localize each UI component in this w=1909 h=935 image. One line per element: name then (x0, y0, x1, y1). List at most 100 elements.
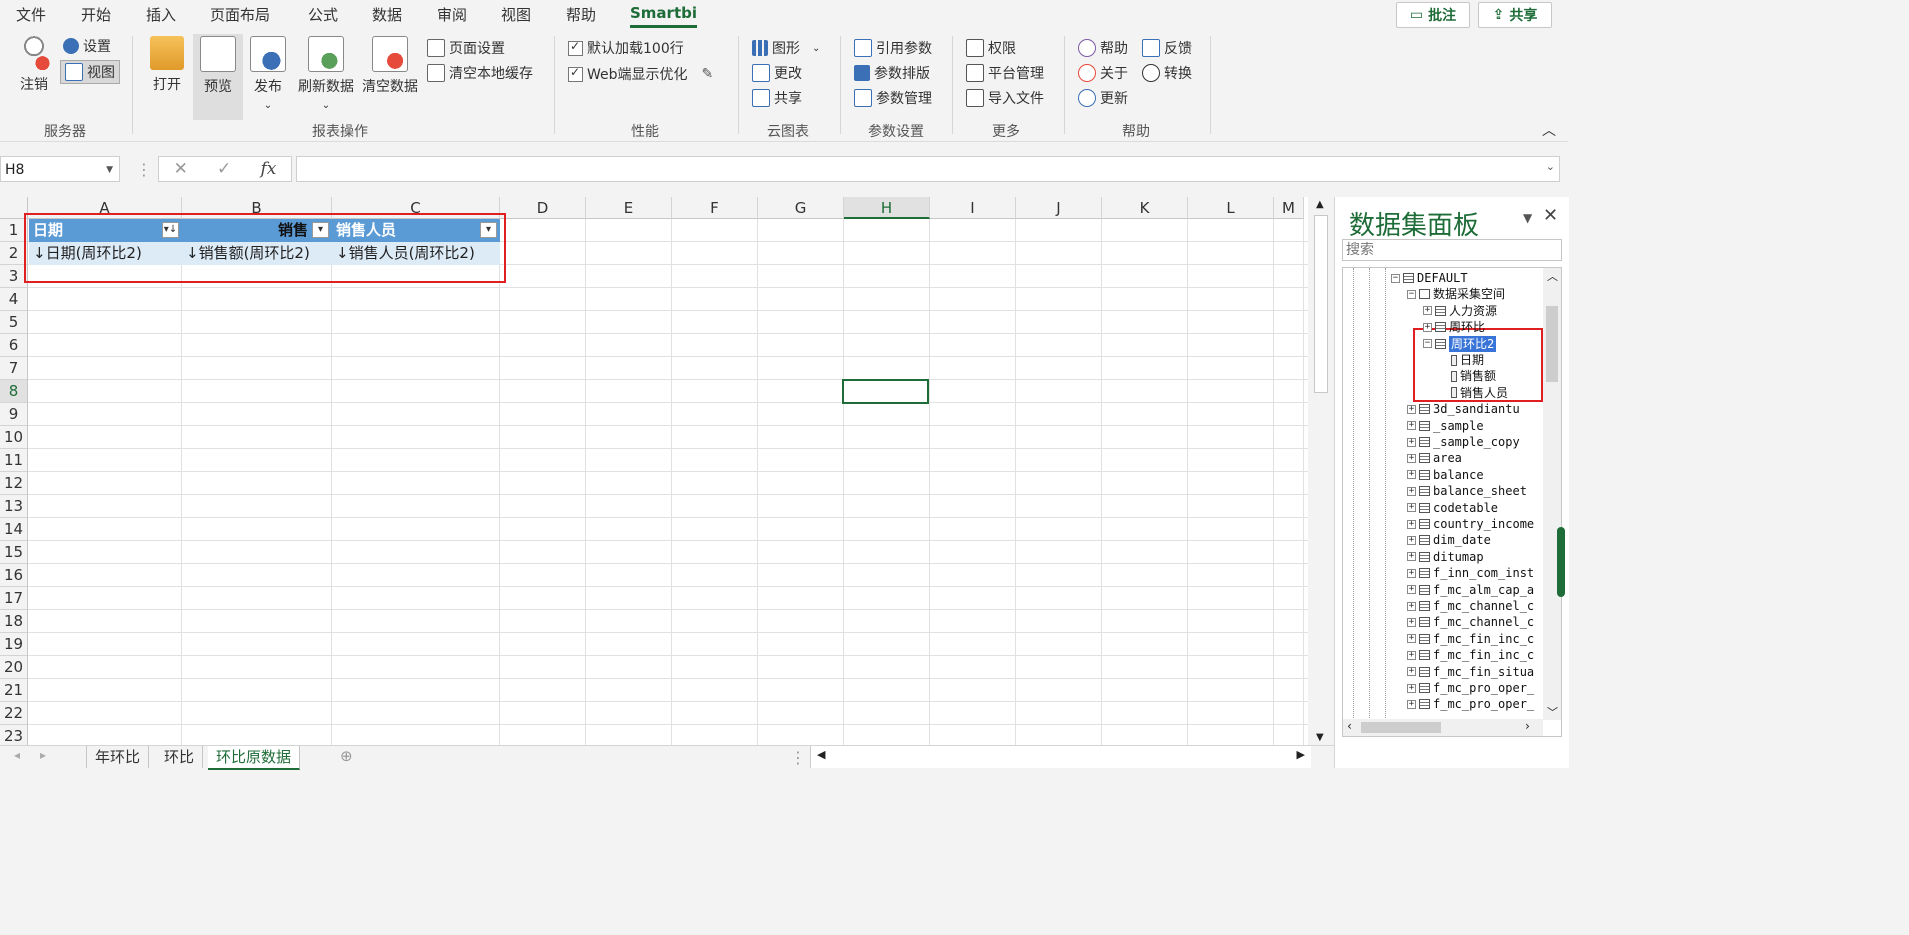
expand-icon[interactable]: + (1407, 453, 1416, 463)
param-manage-button[interactable]: 参数管理 (854, 88, 932, 108)
tree-item[interactable]: 销售额 (1439, 368, 1496, 384)
tree-item[interactable]: + f_mc_pro_oper_ (1407, 696, 1534, 712)
expand-icon[interactable]: + (1407, 650, 1416, 660)
expand-icon[interactable]: + (1407, 699, 1416, 709)
row-header-6[interactable]: 6 (0, 334, 28, 357)
scroll-left-icon[interactable]: ◀ (817, 748, 825, 761)
platform-manage-button[interactable]: 平台管理 (966, 63, 1044, 83)
prev-sheet-icon[interactable]: ◂ (14, 748, 20, 762)
tree-item[interactable]: + 人力资源 (1423, 303, 1497, 319)
collapse-icon[interactable]: − (1391, 273, 1400, 283)
tab-page-layout[interactable]: 页面布局 (210, 4, 270, 25)
tree-item[interactable]: + _sample_copy (1407, 434, 1520, 450)
tree-item[interactable]: + 周环比 (1423, 319, 1485, 335)
collapse-icon[interactable]: − (1423, 339, 1432, 349)
cancel-icon[interactable]: ✕ (174, 159, 188, 179)
column-header-k[interactable]: K (1102, 197, 1188, 219)
panel-menu-icon[interactable]: ▼ (1523, 211, 1532, 225)
column-header-d[interactable]: D (500, 197, 586, 219)
sheet-tab-raw[interactable]: 环比原数据 (208, 746, 301, 770)
publish-button[interactable]: 发布 ⌄ (248, 36, 288, 112)
import-file-button[interactable]: 导入文件 (966, 88, 1044, 108)
about-button[interactable]: 关于 (1078, 63, 1128, 83)
scroll-down-icon[interactable]: ﹀ (1547, 704, 1558, 720)
clear-data-button[interactable]: 清空数据 (359, 36, 421, 96)
row-header-20[interactable]: 20 (0, 656, 28, 679)
share-chart-button[interactable]: 共享 (752, 88, 802, 108)
tab-view[interactable]: 视图 (501, 4, 531, 25)
row-header-8[interactable]: 8 (0, 380, 28, 403)
spreadsheet-grid[interactable]: ABCDEFGHIJKLM 1 2 3 4 5 6 7 8 9 10 11 12 13 14 15 16 17 1… (0, 197, 1308, 745)
tab-help[interactable]: 帮助 (566, 4, 596, 25)
row-header-19[interactable]: 19 (0, 633, 28, 656)
view-button[interactable]: 视图 (60, 60, 120, 84)
expand-icon[interactable]: + (1407, 535, 1416, 545)
column-header-m[interactable]: M (1274, 197, 1304, 219)
tab-home[interactable]: 开始 (81, 4, 111, 25)
tab-insert[interactable]: 插入 (146, 4, 176, 25)
row-header-21[interactable]: 21 (0, 679, 28, 702)
tree-item[interactable]: + area (1407, 450, 1462, 466)
selected-cell-h8[interactable] (842, 379, 929, 404)
tree-item[interactable]: + f_mc_fin_inc_c (1407, 647, 1534, 663)
tree-item[interactable]: + codetable (1407, 500, 1498, 516)
expand-icon[interactable]: + (1407, 421, 1416, 431)
vertical-scrollbar[interactable]: ▲ ▼ (1310, 197, 1332, 745)
tree-item[interactable]: + f_inn_com_inst (1407, 565, 1534, 581)
tree-item[interactable]: + ditumap (1407, 549, 1484, 565)
settings-button[interactable]: 设置 (63, 36, 111, 56)
scroll-right-icon[interactable]: › (1524, 719, 1531, 733)
name-box[interactable]: H8 ▼ (0, 156, 120, 182)
ref-param-button[interactable]: 引用参数 (854, 38, 932, 58)
tree-item[interactable]: + f_mc_channel_c (1407, 598, 1534, 614)
expand-icon[interactable]: + (1407, 568, 1416, 578)
expand-icon[interactable]: + (1407, 585, 1416, 595)
open-button[interactable]: 打开 (146, 36, 188, 94)
convert-button[interactable]: 转换 (1142, 63, 1192, 83)
row-header-11[interactable]: 11 (0, 449, 28, 472)
graph-button[interactable]: 图形 ⌄ (752, 38, 820, 58)
row-header-5[interactable]: 5 (0, 311, 28, 334)
tree-item[interactable]: − 周环比2 (1423, 335, 1497, 352)
expand-icon[interactable]: + (1407, 634, 1416, 644)
expand-icon[interactable]: + (1407, 404, 1416, 414)
tree-horizontal-scrollbar[interactable]: ‹ › (1343, 719, 1543, 736)
column-header-h[interactable]: H (844, 197, 930, 219)
column-header-g[interactable]: G (758, 197, 844, 219)
dataset-search-input[interactable] (1342, 239, 1562, 261)
tree-hscroll-thumb[interactable] (1361, 722, 1441, 733)
tree-item[interactable]: 日期 (1439, 352, 1484, 368)
expand-icon[interactable]: + (1407, 519, 1416, 529)
scroll-thumb[interactable] (1314, 215, 1328, 393)
edit-pencil-icon[interactable]: ✎ (702, 66, 714, 82)
row-header-18[interactable]: 18 (0, 610, 28, 633)
tree-item[interactable]: + f_mc_pro_oper_ (1407, 680, 1534, 696)
tree-item[interactable]: +3d_sandiantu (1407, 401, 1520, 417)
row-header-10[interactable]: 10 (0, 426, 28, 449)
scroll-right-icon[interactable]: ▶ (1297, 748, 1305, 761)
add-sheet-icon[interactable]: ⊕ (340, 747, 353, 765)
column-header-f[interactable]: F (672, 197, 758, 219)
expand-icon[interactable]: + (1407, 486, 1416, 496)
row-header-9[interactable]: 9 (0, 403, 28, 426)
column-header-j[interactable]: J (1016, 197, 1102, 219)
row-header-22[interactable]: 22 (0, 702, 28, 725)
tree-item[interactable]: + country_income (1407, 516, 1534, 532)
tree-item[interactable]: − DEFAULT (1391, 270, 1468, 286)
row-header-14[interactable]: 14 (0, 518, 28, 541)
expand-icon[interactable]: + (1407, 437, 1416, 447)
scroll-down-icon[interactable]: ▼ (1316, 732, 1324, 743)
update-button[interactable]: 更新 (1078, 88, 1128, 108)
column-header-i[interactable]: I (930, 197, 1016, 219)
row-header-15[interactable]: 15 (0, 541, 28, 564)
row-header-17[interactable]: 17 (0, 587, 28, 610)
tree-scroll-thumb[interactable] (1546, 306, 1558, 382)
param-layout-button[interactable]: 参数排版 (854, 63, 930, 83)
expand-icon[interactable]: + (1407, 503, 1416, 513)
clear-cache-button[interactable]: 清空本地缓存 (427, 63, 533, 83)
row-header-16[interactable]: 16 (0, 564, 28, 587)
refresh-data-button[interactable]: 刷新数据 ⌄ (295, 36, 357, 112)
row-header-23[interactable]: 23 (0, 725, 28, 745)
splitter-icon[interactable]: ⋮ (790, 748, 806, 767)
tab-review[interactable]: 审阅 (437, 4, 467, 25)
